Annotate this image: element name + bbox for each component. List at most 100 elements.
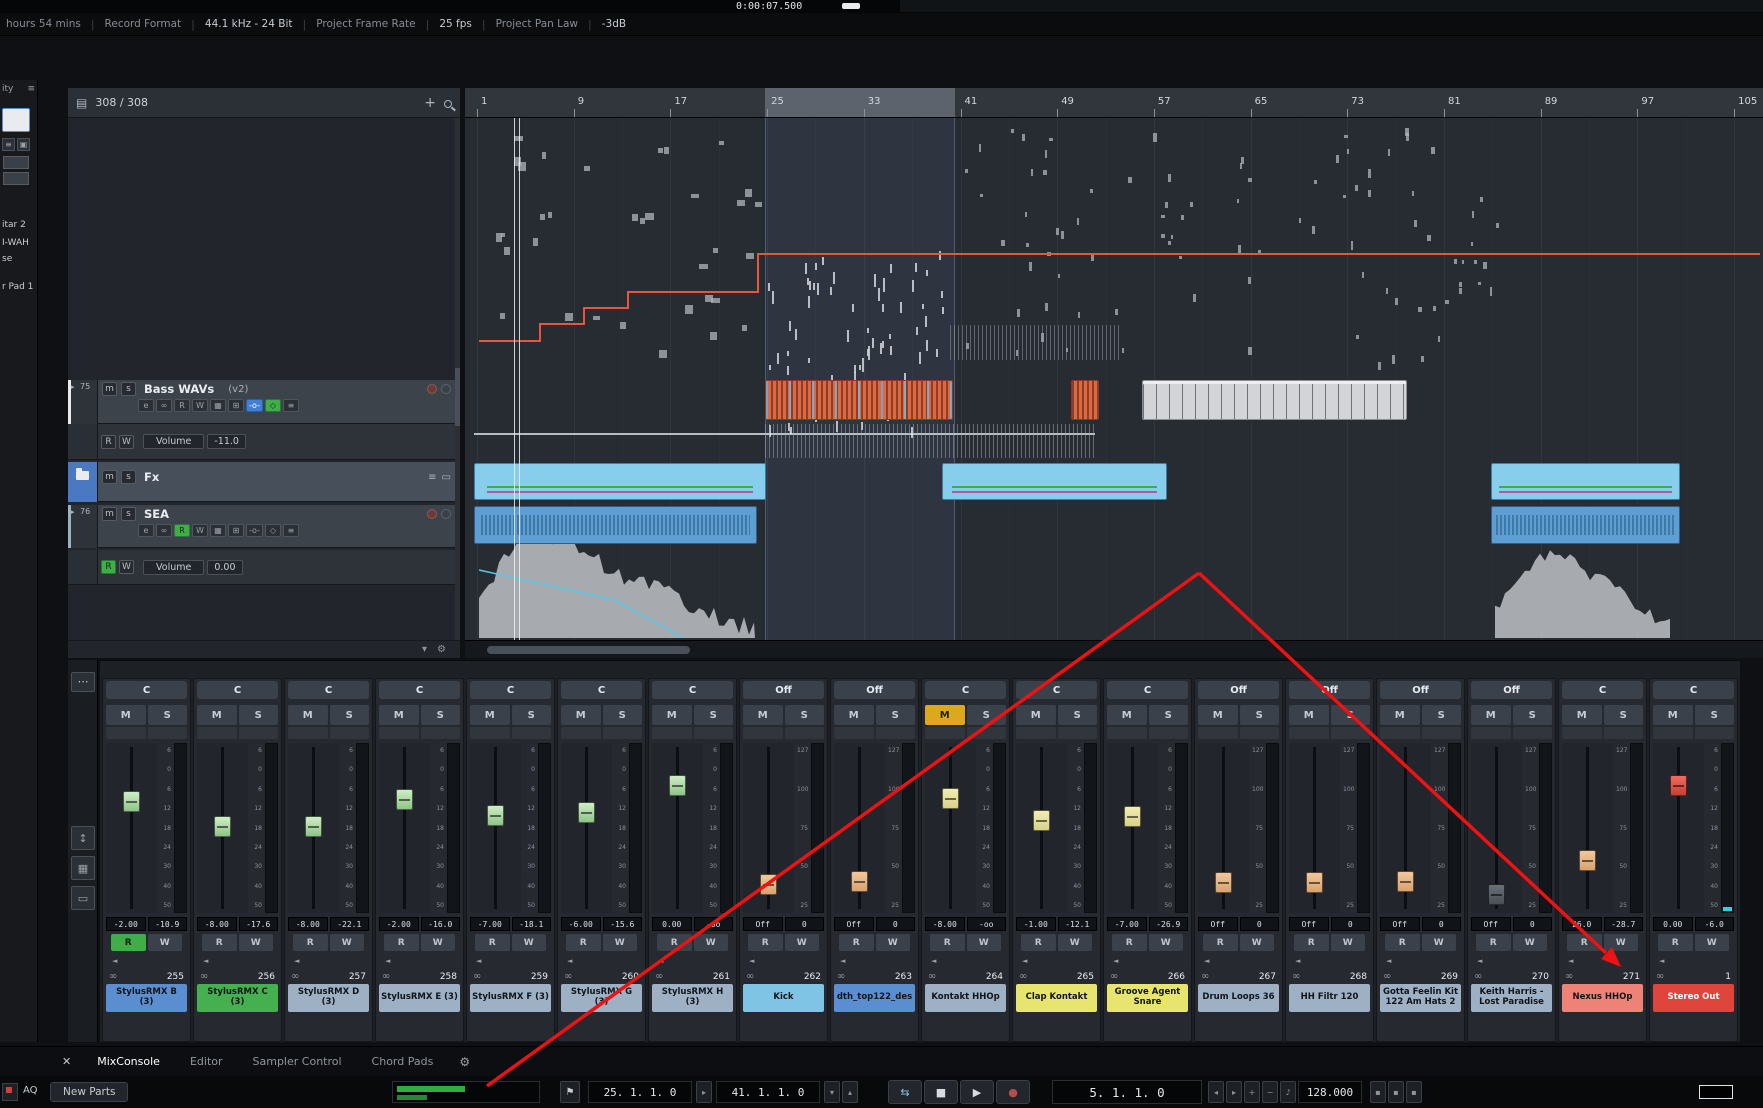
read-automation-button[interactable]: R [566,934,601,951]
listen-button[interactable] [1471,727,1511,739]
fader-cap[interactable] [1488,884,1505,905]
expand-arrow-icon[interactable]: ▸ [71,383,75,391]
write-automation-button[interactable]: W [511,934,546,951]
marker-flag-button[interactable]: ⚑ [560,1081,580,1103]
fader-cap[interactable] [305,816,322,837]
mute-button[interactable]: M [1016,705,1056,725]
channel-name-label[interactable]: StylusRMX B (3) [106,984,187,1012]
rack-lock-button[interactable]: ▣ [17,138,30,151]
write-automation-button[interactable]: W [966,934,1001,951]
fader-value[interactable]: -6.00 [561,917,601,931]
write-automation-button[interactable]: W [1330,934,1365,951]
read-automation-button[interactable]: R [1476,934,1511,951]
edit-button[interactable] [966,727,1006,739]
fader-value[interactable]: -7.00 [470,917,510,931]
right-locator-display[interactable]: 41. 1. 1. 0 [716,1081,820,1103]
fader-cap[interactable] [123,791,140,812]
solo-button[interactable]: S [1057,705,1097,725]
read-automation-button[interactable]: R [1567,934,1602,951]
listen-button[interactable] [288,727,328,739]
volume-fader[interactable] [1198,743,1249,913]
track-control-button[interactable]: e [138,524,154,537]
mute-button[interactable]: M [379,705,419,725]
listen-button[interactable] [1016,727,1056,739]
fader-cap[interactable] [1033,810,1050,831]
automation-value[interactable]: -11.0 [207,434,246,449]
tab-mixconsole[interactable]: MixConsole [97,1055,160,1068]
solo-button[interactable]: S [511,705,551,725]
listen-button[interactable] [925,727,965,739]
fader-value[interactable]: Off [1198,917,1238,931]
solo-button[interactable]: S [1239,705,1279,725]
automation-parameter[interactable]: Volume [143,434,205,449]
listen-button[interactable] [1289,727,1329,739]
read-automation-button[interactable]: R [1294,934,1329,951]
fader-value[interactable]: Off [743,917,783,931]
record-button[interactable]: ● [996,1080,1030,1104]
write-automation-button[interactable]: W [1057,934,1092,951]
fader-cap[interactable] [851,871,868,892]
listen-button[interactable] [1198,727,1238,739]
folder-icon[interactable] [76,468,89,480]
edit-button[interactable] [875,727,915,739]
listen-button[interactable] [106,727,146,739]
snap-icon[interactable] [2,1083,18,1101]
channel-name-label[interactable]: StylusRMX C (3) [197,984,278,1012]
position-display[interactable]: 5. 1. 1. 0 [1052,1080,1202,1104]
write-automation-button[interactable]: W [1148,934,1183,951]
solo-button[interactable]: S [147,705,187,725]
volume-fader[interactable] [470,743,521,913]
channel-routing-button[interactable]: C [106,681,187,699]
read-automation-button[interactable]: R [101,434,116,449]
fader-cap[interactable] [1579,850,1596,871]
nudge-right-button[interactable]: ▸ [1226,1081,1242,1103]
mute-button[interactable]: M [743,705,783,725]
fader-value[interactable]: 0.00 [652,917,692,931]
channel-routing-button[interactable]: Off [1380,681,1461,699]
volume-fader[interactable] [197,743,248,913]
mixer-fader-view-button[interactable]: ↕ [71,826,95,850]
edit-button[interactable] [1148,727,1188,739]
track-control-button[interactable]: ◇ [264,399,281,412]
read-automation-button[interactable]: R [384,934,419,951]
channel-name-label[interactable]: Keith Harris - Lost Paradise [1471,984,1552,1012]
mute-button[interactable]: m [102,470,117,484]
write-automation-button[interactable]: W [1512,934,1547,951]
channel-routing-button[interactable]: C [288,681,369,699]
mute-button[interactable]: M [1653,705,1693,725]
track-control-button[interactable]: ⊞ [228,524,244,537]
track-control-button[interactable]: W [192,524,208,537]
channel-routing-button[interactable]: Off [1289,681,1370,699]
channel-name-label[interactable]: Kontakt HHOp [925,984,1006,1012]
volume-fader[interactable] [1107,743,1158,913]
play-button[interactable]: ▶ [960,1080,994,1104]
track-control-button[interactable]: ∞ [156,524,172,537]
fader-value[interactable]: 26.0 [1562,917,1602,931]
mute-button[interactable]: M [925,705,965,725]
volume-fader[interactable] [1653,743,1704,913]
read-automation-button[interactable]: R [839,934,874,951]
tempo-display[interactable]: 128.000 [1298,1081,1362,1103]
read-automation-button[interactable]: R [111,934,146,951]
fader-value[interactable]: -7.00 [1107,917,1147,931]
volume-fader[interactable] [652,743,703,913]
channel-name-label[interactable]: Drum Loops 36 [1198,984,1279,1012]
punch-out-button[interactable]: ▴ [842,1081,858,1103]
automation-value[interactable]: 0.00 [207,559,243,575]
fader-cap[interactable] [487,805,504,826]
auto-quantize-label[interactable]: AQ [23,1085,38,1096]
mute-button[interactable]: M [470,705,510,725]
channel-routing-button[interactable]: C [652,681,733,699]
time-slider-handle[interactable] [842,3,860,9]
edit-button[interactable] [1239,727,1279,739]
punch-in-button[interactable]: ▾ [824,1081,840,1103]
channel-routing-button[interactable]: C [379,681,460,699]
search-icon[interactable] [444,93,452,112]
channel-routing-button[interactable]: C [561,681,642,699]
edit-button[interactable] [1512,727,1552,739]
fader-value[interactable]: -1.00 [1016,917,1056,931]
write-automation-button[interactable]: W [420,934,455,951]
record-enable-button[interactable] [427,509,437,519]
group-icon[interactable]: ≡ [428,472,436,483]
listen-button[interactable] [834,727,874,739]
